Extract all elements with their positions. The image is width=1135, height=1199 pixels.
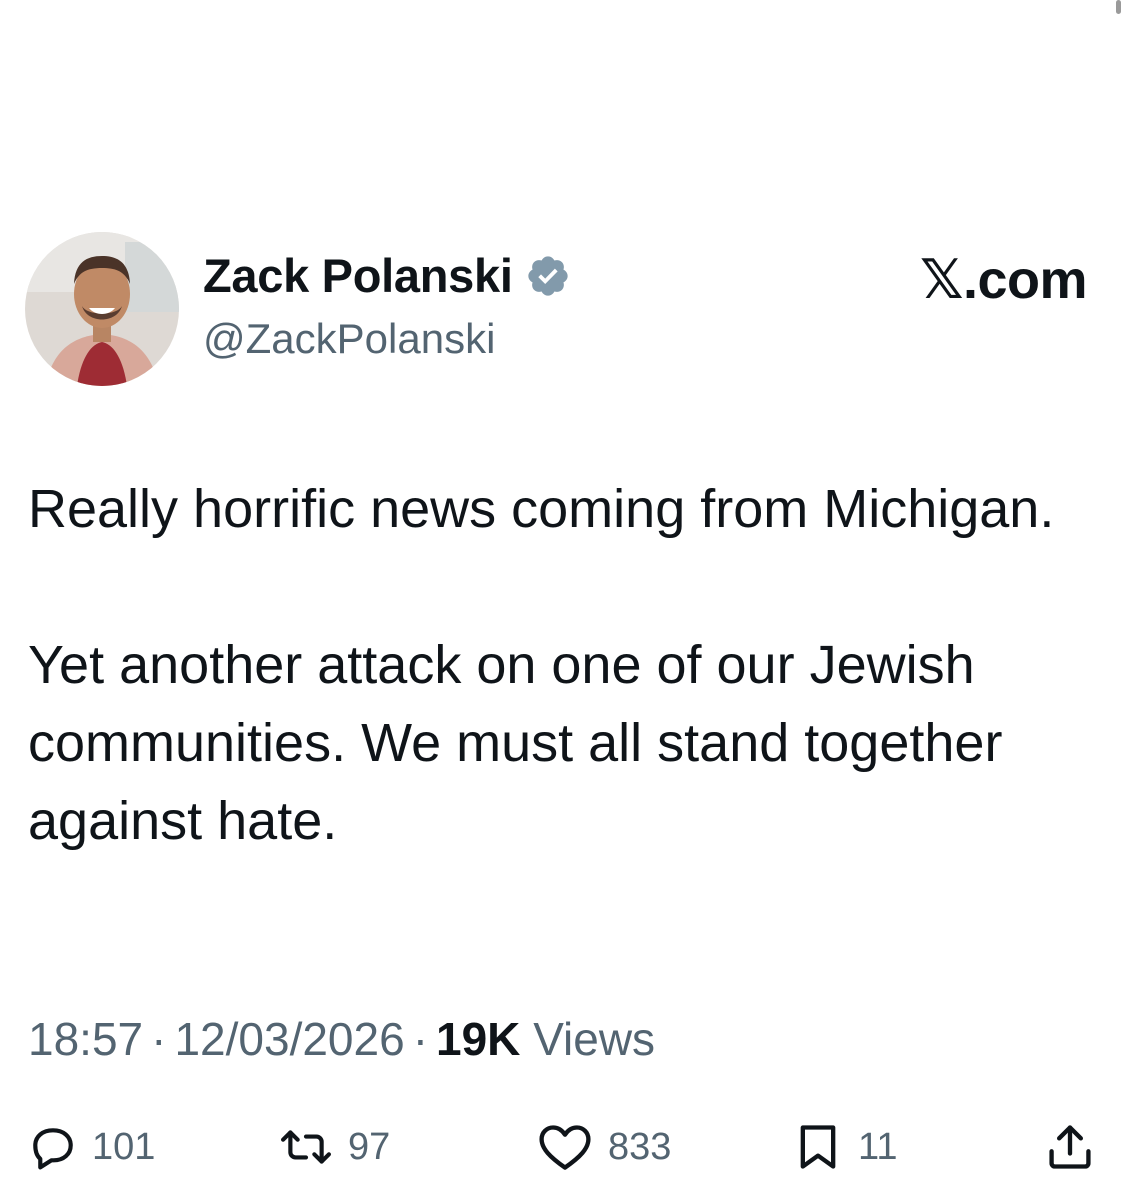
tweet-paragraph: Really horrific news coming from Michiga… bbox=[28, 479, 1055, 539]
reply-button[interactable]: 101 bbox=[28, 1118, 155, 1176]
separator: · bbox=[151, 1013, 167, 1065]
repost-button[interactable]: 97 bbox=[278, 1118, 390, 1176]
action-bar: 101 97 833 11 bbox=[0, 1118, 1135, 1176]
tweet-paragraph: Yet another attack on one of our Jewish … bbox=[28, 635, 1003, 851]
repost-count: 97 bbox=[348, 1125, 391, 1168]
bookmark-button[interactable]: 11 bbox=[792, 1118, 897, 1176]
avatar[interactable] bbox=[25, 232, 179, 386]
bookmark-icon bbox=[800, 1125, 836, 1169]
tweet-date[interactable]: 12/03/2026 bbox=[174, 1013, 404, 1065]
like-button[interactable]: 833 bbox=[536, 1118, 671, 1176]
repost-icon bbox=[281, 1130, 331, 1164]
author-handle[interactable]: @ZackPolanski bbox=[203, 313, 495, 365]
reply-count: 101 bbox=[92, 1125, 156, 1168]
scrollbar[interactable] bbox=[1116, 0, 1121, 14]
display-name[interactable]: Zack Polanski bbox=[203, 248, 513, 304]
share-button[interactable] bbox=[1044, 1118, 1096, 1176]
x-logo-label: 𝕏.com bbox=[919, 250, 1088, 310]
tweet-time[interactable]: 18:57 bbox=[28, 1013, 143, 1065]
views-label: Views bbox=[533, 1013, 656, 1065]
views-count: 19K bbox=[436, 1013, 521, 1065]
bookmark-count: 11 bbox=[858, 1125, 898, 1168]
separator: · bbox=[412, 1013, 429, 1065]
share-icon bbox=[1049, 1125, 1091, 1169]
verified-badge-icon bbox=[527, 256, 568, 296]
tweet-meta: 18:57 · 12/03/2026 · 19K Views bbox=[28, 1010, 655, 1068]
reply-icon bbox=[33, 1128, 73, 1170]
tweet-text: Really horrific news coming from Michiga… bbox=[28, 470, 1118, 860]
heart-icon bbox=[539, 1125, 591, 1170]
like-count: 833 bbox=[608, 1125, 672, 1168]
